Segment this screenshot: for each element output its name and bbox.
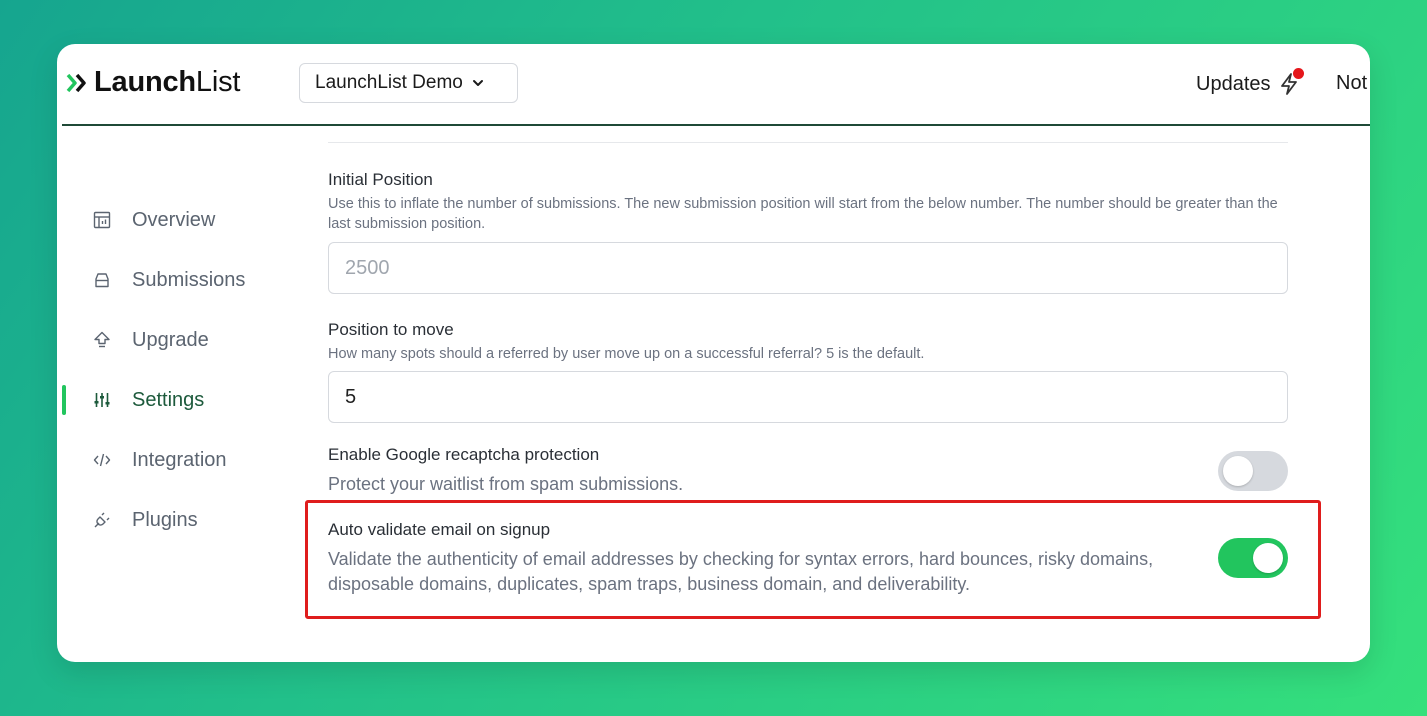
logo-chevrons-icon [66, 73, 86, 92]
sidebar-item-label: Submissions [132, 268, 246, 291]
sidebar-item-label: Overview [132, 208, 216, 231]
plug-icon [94, 512, 110, 528]
inbox-icon [95, 273, 109, 288]
sidebar-item-integration[interactable]: Integration [57, 430, 297, 490]
position-to-move-label: Position to move [328, 320, 454, 339]
chevron-down-icon [472, 80, 483, 86]
recaptcha-description: Protect your waitlist from spam submissi… [328, 474, 684, 494]
auto-validate-label: Auto validate email on signup [328, 520, 551, 539]
toggle-knob [1253, 543, 1283, 573]
notification-dot [1292, 68, 1304, 79]
bolt-icon [1278, 68, 1304, 96]
sidebar-item-upgrade[interactable]: Upgrade [57, 310, 297, 370]
initial-position-field: Initial Position Use this to inflate the… [328, 170, 1288, 234]
logo-text-light: List [195, 66, 241, 98]
logo[interactable]: Launch List [66, 66, 240, 99]
sidebar-item-submissions[interactable]: Submissions [57, 250, 297, 310]
auto-validate-toggle[interactable] [1218, 538, 1288, 578]
position-to-move-help: How many spots should a referred by user… [328, 346, 925, 362]
recaptcha-label: Enable Google recaptcha protection [328, 445, 600, 464]
sidebar-item-overview[interactable]: Overview [57, 190, 297, 250]
auto-validate-setting: Auto validate email on signup Validate t… [328, 520, 1188, 597]
sidebar-item-label: Integration [132, 448, 227, 471]
code-icon [93, 453, 111, 467]
active-indicator [62, 385, 66, 415]
sliders-icon [94, 393, 110, 407]
upgrade-icon [94, 331, 110, 348]
project-selector[interactable]: LaunchList Demo [299, 63, 518, 103]
recaptcha-toggle[interactable] [1218, 451, 1288, 491]
project-selector-label: LaunchList Demo [315, 72, 463, 93]
sidebar-item-label: Upgrade [132, 328, 209, 351]
position-to-move-field: Position to move How many spots should a… [328, 320, 1288, 364]
header-divider [62, 124, 1370, 126]
sidebar-item-label: Plugins [132, 508, 198, 531]
chart-icon [93, 211, 111, 229]
sidebar-item-plugins[interactable]: Plugins [57, 490, 297, 550]
position-to-move-input[interactable] [328, 371, 1288, 423]
top-bar: Launch List LaunchList Demo Updates Not [57, 44, 1370, 125]
app-window: LaunchList LaunchList Demo Updates Not [57, 44, 1370, 662]
initial-position-help: Use this to inflate the number of submis… [328, 196, 1278, 232]
section-divider [328, 142, 1288, 143]
sidebar-item-settings[interactable]: Settings [57, 370, 297, 430]
auto-validate-description: Validate the authenticity of email addre… [328, 549, 1154, 594]
notifications-link[interactable]: Not [1336, 72, 1367, 95]
sidebar-item-label: Settings [132, 388, 205, 411]
logo-text-bold: Launch [94, 66, 196, 98]
toggle-knob [1223, 456, 1253, 486]
initial-position-label: Initial Position [328, 170, 433, 189]
initial-position-input[interactable] [328, 242, 1288, 294]
updates-label: Updates [1196, 72, 1271, 95]
updates-button[interactable]: Updates [1196, 68, 1304, 96]
recaptcha-setting: Enable Google recaptcha protection Prote… [328, 445, 1178, 497]
sidebar: Overview Submissions Upgrade Settings In… [57, 190, 297, 550]
